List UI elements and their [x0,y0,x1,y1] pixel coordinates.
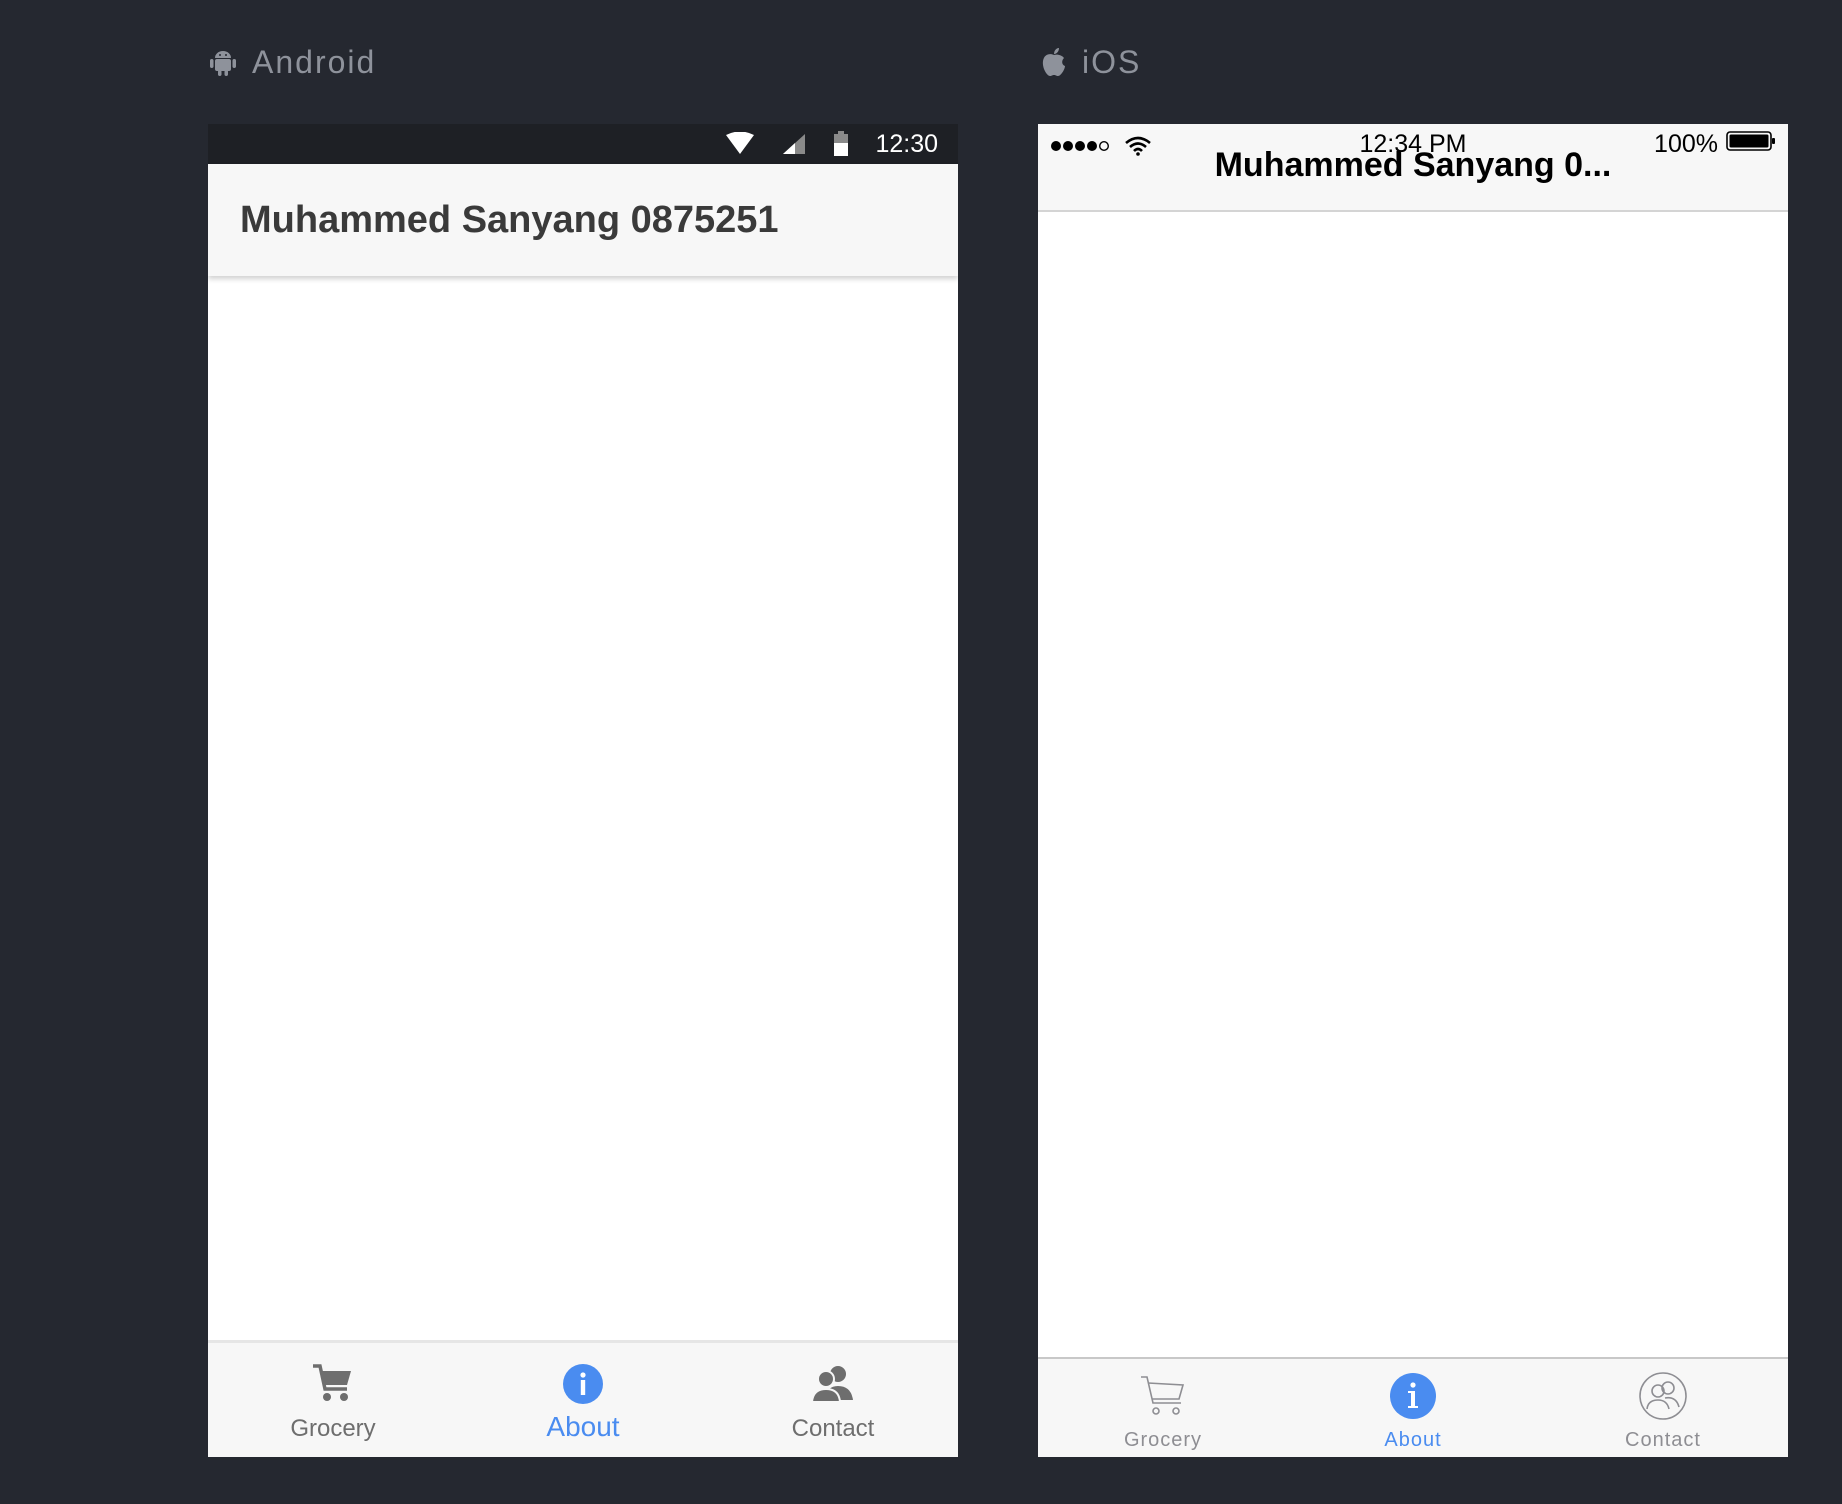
battery-icon [833,131,849,157]
cellular-signal-icon [781,132,807,156]
android-platform-label: Android [208,40,376,84]
tab-about-label: About [546,1411,620,1442]
tab-grocery[interactable]: Grocery [1038,1359,1288,1457]
contacts-outline-icon [1638,1371,1688,1421]
tab-grocery[interactable]: Grocery [208,1343,458,1457]
page-title: Muhammed Sanyang 0... [1214,146,1612,184]
page-title: Muhammed Sanyang 0875251 [240,198,779,241]
android-tab-bar: Grocery About Contact [208,1340,958,1457]
android-app-bar: Muhammed Sanyang 0875251 [208,164,958,276]
android-device-screen: 12:30 Muhammed Sanyang 0875251 Grocery A… [208,124,958,1457]
info-icon [1389,1371,1437,1421]
android-status-time: 12:30 [875,129,938,158]
android-icon [208,47,238,77]
ios-navigation-bar: 12:34 PM 100% Muhammed Sanyang 0... [1038,124,1788,212]
ios-device-screen: 12:34 PM 100% Muhammed Sanyang 0... Groc… [1038,124,1788,1457]
tab-about[interactable]: About [458,1343,708,1457]
android-content-area [208,276,958,1343]
tab-about[interactable]: About [1288,1359,1538,1457]
cart-outline-icon [1139,1371,1187,1421]
ios-platform-label: iOS [1040,40,1141,84]
ios-content-area [1038,212,1788,1359]
android-label-text: Android [252,43,377,80]
tab-grocery-label: Grocery [290,1415,376,1442]
cart-icon [311,1361,355,1407]
ios-label-text: iOS [1082,43,1142,80]
android-status-bar: 12:30 [208,124,958,164]
apple-icon [1040,46,1068,78]
tab-contact[interactable]: Contact [1538,1359,1788,1457]
tab-about-label: About [1384,1429,1442,1451]
tab-contact-label: Contact [791,1415,875,1442]
contacts-icon [811,1361,855,1407]
tab-contact-label: Contact [1625,1429,1701,1451]
info-icon [562,1361,604,1407]
tab-contact[interactable]: Contact [708,1343,958,1457]
wifi-icon [725,132,755,156]
tab-grocery-label: Grocery [1123,1429,1203,1451]
ios-tab-bar: Grocery About Contact [1038,1357,1788,1457]
